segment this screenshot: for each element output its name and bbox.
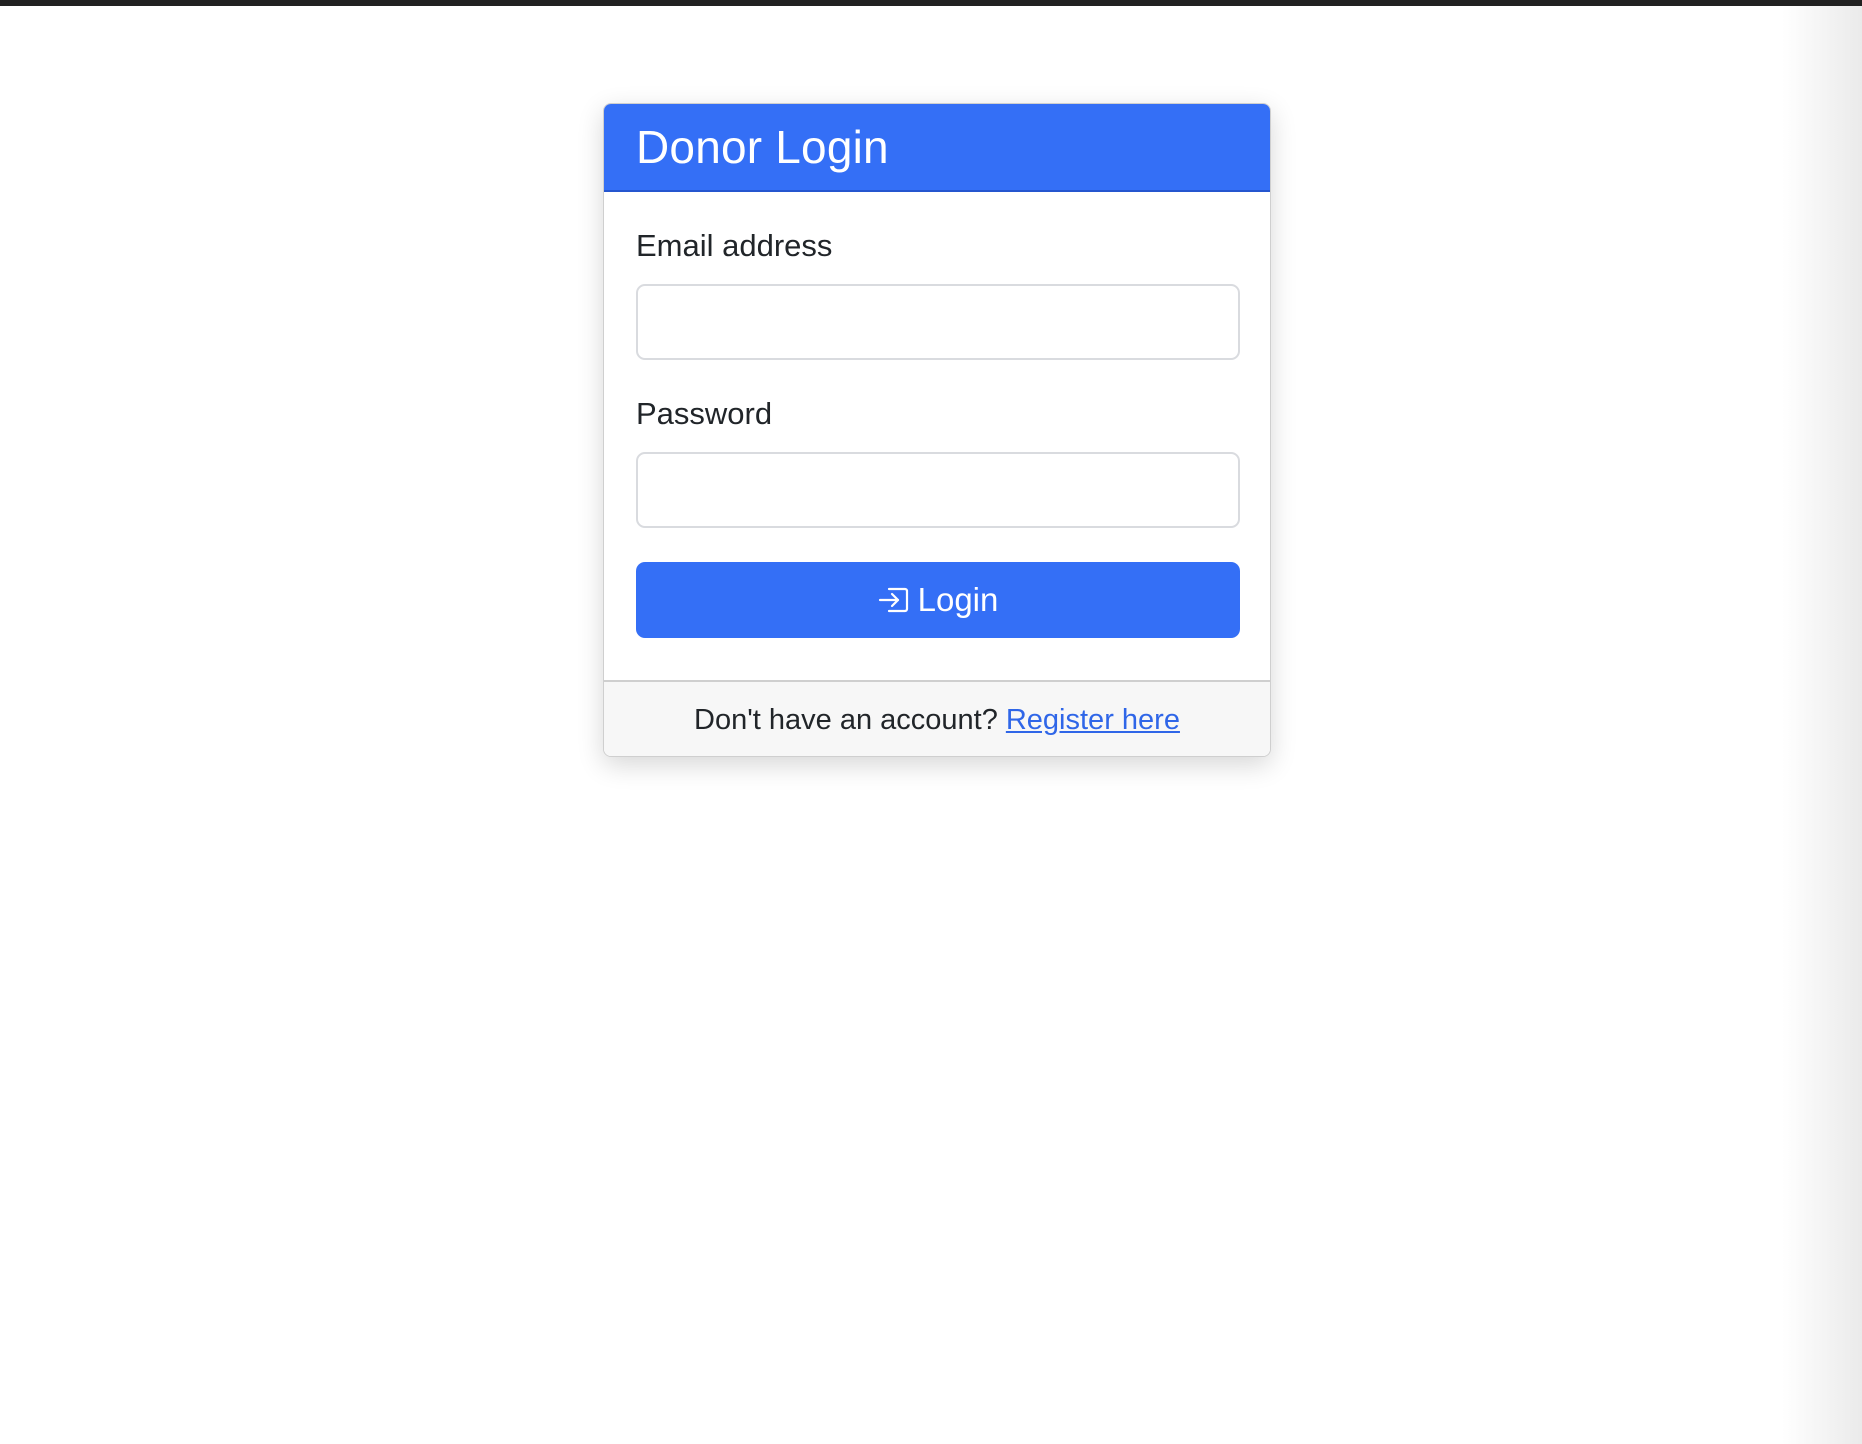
login-card: Donor Login Email address Password Login… xyxy=(603,103,1271,757)
email-label: Email address xyxy=(636,228,833,263)
password-group: Password xyxy=(636,396,1240,528)
login-button[interactable]: Login xyxy=(636,562,1240,638)
password-label: Password xyxy=(636,396,773,431)
top-bar xyxy=(0,0,1862,6)
card-header: Donor Login xyxy=(604,104,1270,192)
page-title: Donor Login xyxy=(636,121,889,173)
login-form: Email address Password Login xyxy=(604,192,1270,680)
email-field[interactable] xyxy=(636,284,1240,360)
register-link[interactable]: Register here xyxy=(1006,704,1180,737)
card-footer: Don't have an account? Register here xyxy=(604,680,1270,756)
password-field[interactable] xyxy=(636,452,1240,528)
footer-text: Don't have an account? xyxy=(694,703,998,736)
email-group: Email address xyxy=(636,228,1240,360)
box-arrow-in-right-icon xyxy=(878,585,910,615)
login-button-label: Login xyxy=(917,581,999,618)
window-edge-shadow xyxy=(1782,6,1862,1444)
